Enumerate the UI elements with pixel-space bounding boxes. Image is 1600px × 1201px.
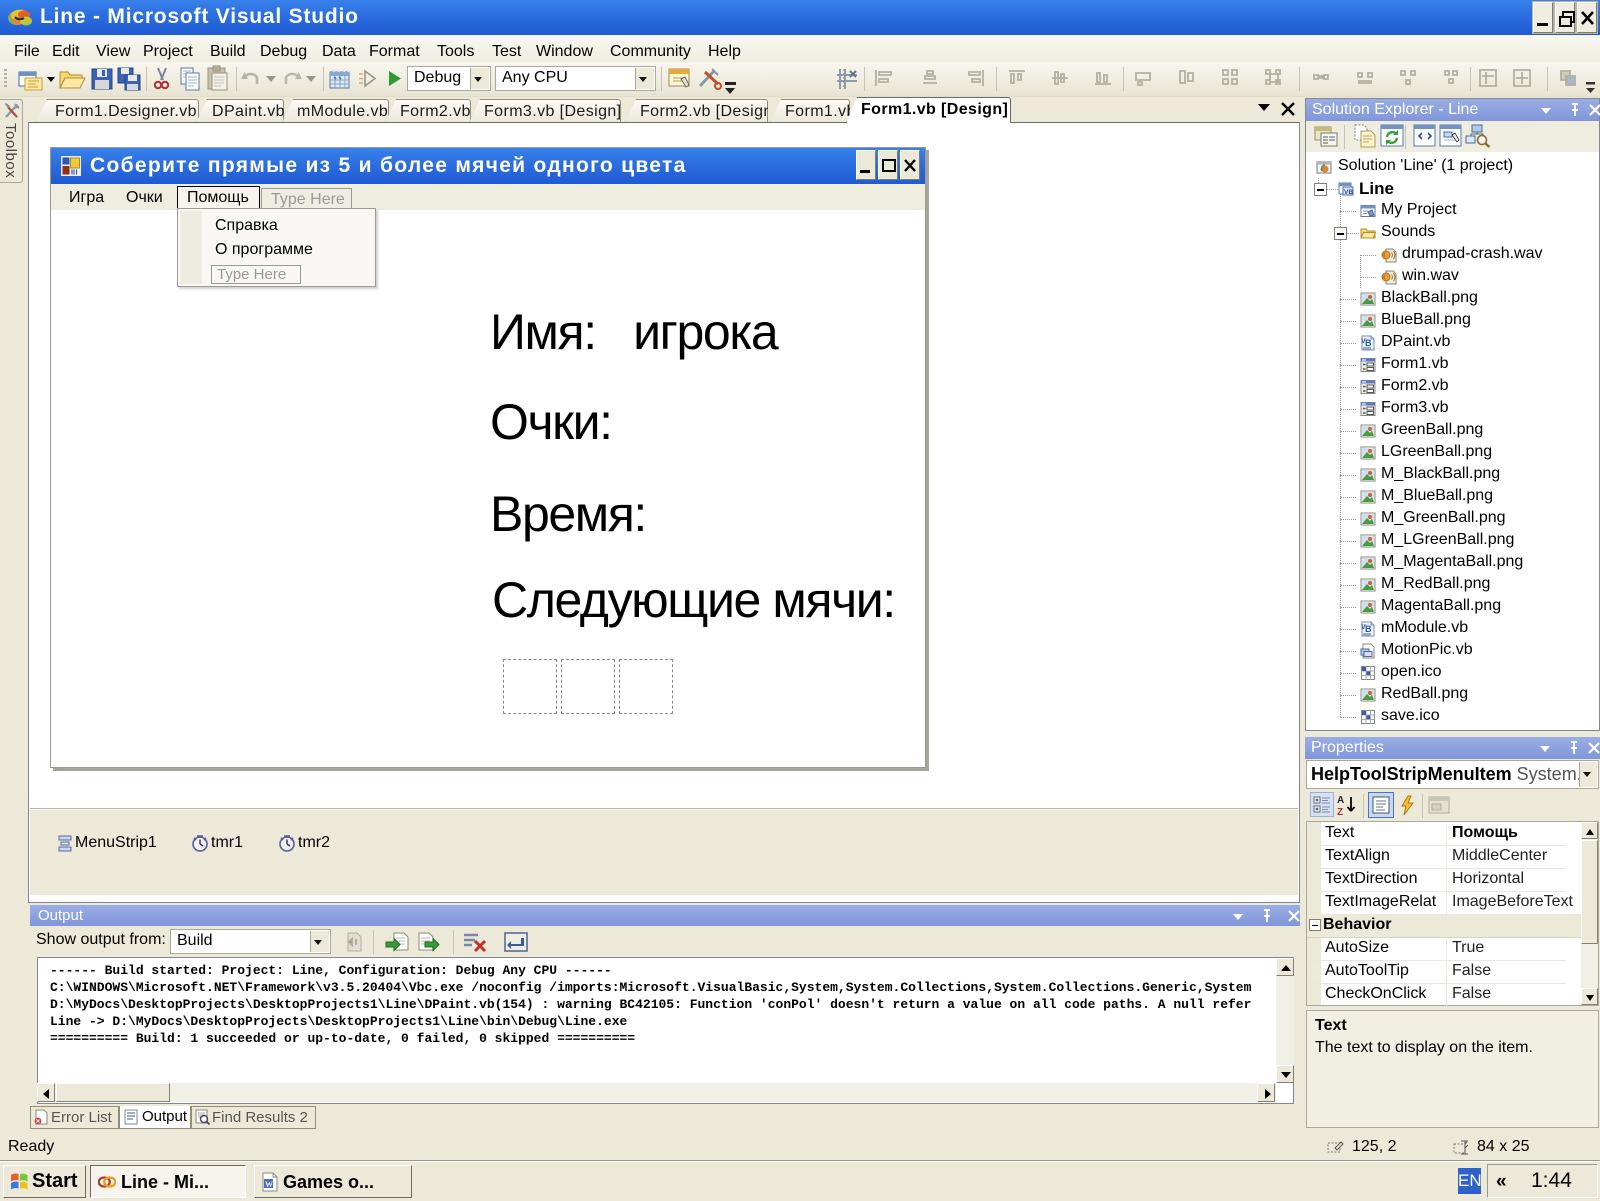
- svg-text:Z: Z: [1337, 807, 1343, 817]
- svg-text:W: W: [265, 1180, 273, 1189]
- svg-text:A: A: [1337, 795, 1344, 806]
